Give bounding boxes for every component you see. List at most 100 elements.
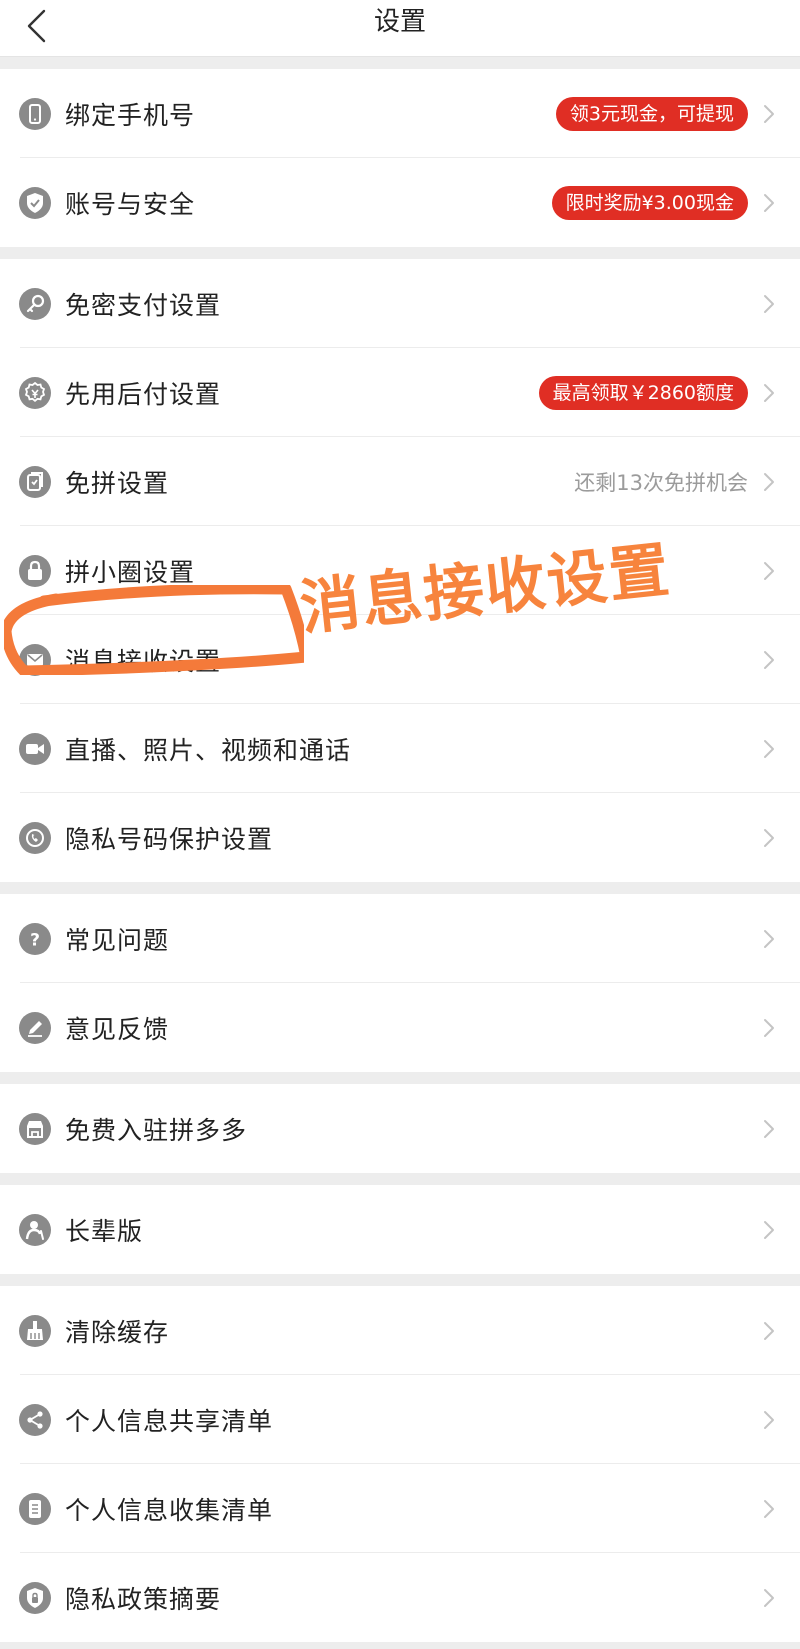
chevron-right-icon [764,1321,774,1340]
broom-icon [19,1314,51,1347]
settings-group: ? 常见问题意见反馈 [0,894,800,1072]
settings-row-label: 免费入驻拼多多 [65,1115,248,1145]
chevron-right-icon [764,1018,774,1037]
phone-icon [19,97,51,130]
settings-row-label: 个人信息收集清单 [65,1495,274,1525]
section-gap [0,57,800,69]
settings-group: 长辈版 [0,1185,800,1274]
settings-row-label: 隐私政策摘要 [65,1584,222,1614]
settings-row-label: 消息接收设置 [65,646,222,676]
settings-row[interactable]: 账号与安全 限时奖励¥3.00现金 [0,158,800,247]
chevron-right-icon [764,383,774,402]
chevron-right-icon [764,561,774,580]
settings-row-label: 先用后付设置 [65,379,222,409]
chevron-right-icon [764,472,774,491]
settings-row[interactable]: 绑定手机号 领3元现金，可提现 [0,69,800,158]
settings-group: 免费入驻拼多多 [0,1084,800,1173]
settings-row-label: 隐私号码保护设置 [65,824,274,854]
section-gap [0,882,800,894]
settings-row-trailing: 限时奖励¥3.00现金 [551,185,800,220]
lock-shield-icon [19,1581,51,1614]
promo-badge: 限时奖励¥3.00现金 [551,185,748,220]
chevron-right-icon [764,650,774,669]
settings-list: 绑定手机号 领3元现金，可提现 账号与安全 限时奖励¥3.00现金 免密支付设置 先用后付… [0,57,800,1642]
section-gap [0,1274,800,1286]
settings-row-trailing [762,928,800,950]
lock-icon [19,554,51,587]
section-gap [0,247,800,259]
settings-row[interactable]: 直播、照片、视频和通话 [0,704,800,793]
chevron-right-icon [764,1119,774,1138]
settings-row-trailing [762,1017,800,1039]
document-list-icon [19,1492,51,1525]
settings-row-label: 个人信息共享清单 [65,1406,274,1436]
envelope-icon [19,643,51,676]
settings-row[interactable]: 隐私号码保护设置 [0,793,800,882]
settings-row[interactable]: 免拼设置 还剩13次免拼机会 [0,437,800,526]
share-icon [19,1403,51,1436]
settings-row[interactable]: 免费入驻拼多多 [0,1084,800,1173]
settings-row-label: 免密支付设置 [65,290,222,320]
row-hint-text: 还剩13次免拼机会 [574,470,748,495]
settings-row-trailing [762,1320,800,1342]
chevron-right-icon [764,1220,774,1239]
chevron-right-icon [764,929,774,948]
settings-row-trailing: 还剩13次免拼机会 [574,467,800,497]
settings-row[interactable]: ? 常见问题 [0,894,800,983]
settings-row[interactable]: 长辈版 [0,1185,800,1274]
settings-row-label: 绑定手机号 [65,100,196,130]
top-bar: 设置 [0,0,800,57]
settings-row-trailing [762,738,800,760]
settings-row-trailing [762,1409,800,1431]
settings-row-trailing [762,560,800,582]
settings-row-trailing [762,293,800,315]
svg-text:?: ? [30,930,40,950]
chevron-right-icon [764,828,774,847]
settings-row-label: 拼小圈设置 [65,557,196,587]
chevron-right-icon [764,193,774,212]
settings-row-label: 长辈版 [65,1216,144,1246]
elder-icon [19,1213,51,1246]
video-camera-icon [19,732,51,765]
chevron-right-icon [764,294,774,313]
settings-row[interactable]: 个人信息收集清单 [0,1464,800,1553]
chevron-right-icon [764,104,774,123]
phone-shield-icon [19,821,51,854]
settings-row-label: 常见问题 [65,925,170,955]
chevron-right-icon [764,1588,774,1607]
settings-group: 清除缓存个人信息共享清单 个人信息收集清单 隐私政策摘要 [0,1286,800,1642]
settings-group: 绑定手机号 领3元现金，可提现账号与安全 限时奖励¥3.00现金 [0,69,800,247]
settings-row-label: 清除缓存 [65,1317,170,1347]
section-gap [0,1173,800,1185]
settings-page: 设置 绑定手机号 领3元现金，可提现 账号与安全 限时奖励¥3.00现金 免密支付设置先… [0,0,800,1649]
settings-row-trailing [762,1219,800,1241]
settings-row-trailing [762,827,800,849]
settings-row[interactable]: 免密支付设置 [0,259,800,348]
pay-later-icon [19,376,51,409]
settings-row[interactable]: 隐私政策摘要 [0,1553,800,1642]
promo-badge: 领3元现金，可提现 [555,96,748,131]
settings-row-label: 意见反馈 [65,1014,170,1044]
settings-row[interactable]: 清除缓存 [0,1286,800,1375]
question-icon: ? [19,922,51,955]
settings-row[interactable]: 意见反馈 [0,983,800,1072]
promo-badge: 最高领取￥2860额度 [538,375,748,410]
shield-check-icon [19,186,51,219]
settings-row-trailing [762,1118,800,1140]
settings-row-label: 直播、照片、视频和通话 [65,735,352,765]
chevron-right-icon [764,739,774,758]
settings-row-trailing [762,1498,800,1520]
page-title: 设置 [373,7,426,37]
section-gap [0,1072,800,1084]
settings-row-trailing [762,1587,800,1609]
settings-row-trailing [762,649,800,671]
settings-row-trailing: 领3元现金，可提现 [555,96,800,131]
chevron-right-icon [764,1410,774,1429]
settings-row[interactable]: 先用后付设置 最高领取￥2860额度 [0,348,800,437]
settings-row[interactable]: 个人信息共享清单 [0,1375,800,1464]
pencil-icon [19,1011,51,1044]
store-icon [19,1112,51,1145]
key-icon [19,287,51,320]
group-card-icon [19,465,51,498]
settings-row-trailing: 最高领取￥2860额度 [538,375,800,410]
